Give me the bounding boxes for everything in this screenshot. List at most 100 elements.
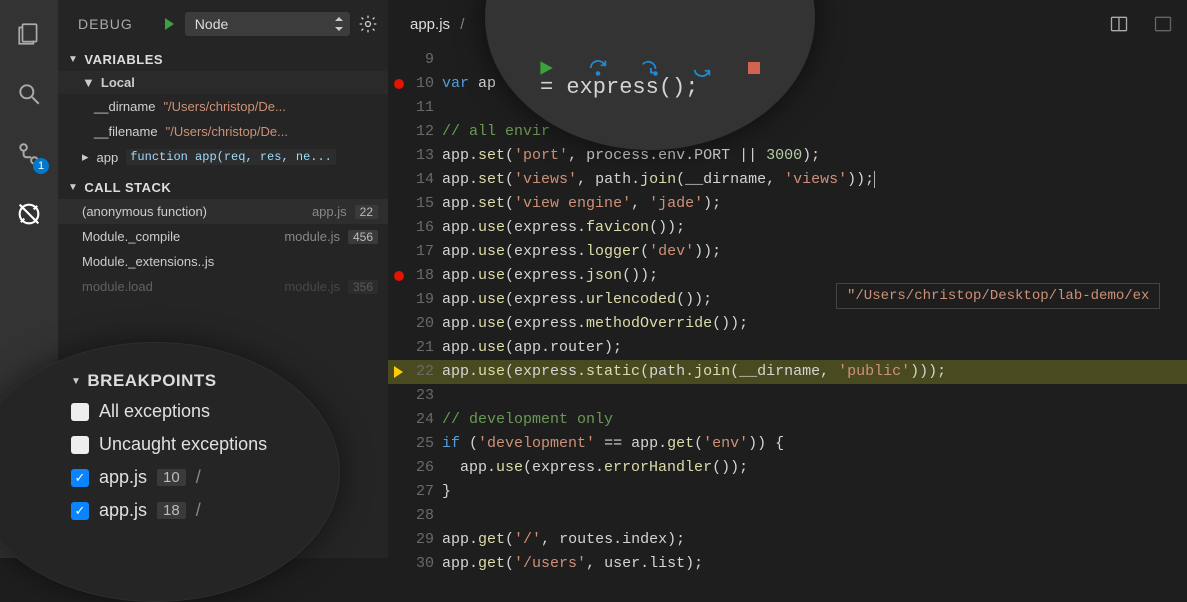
variables-scope-local[interactable]: ▼ Local (58, 71, 388, 94)
split-editor-icon[interactable] (1109, 14, 1129, 34)
line-number: 14 (388, 168, 442, 192)
breakpoint-label: Uncaught exceptions (99, 434, 267, 455)
chevron-down-icon: ▼ (71, 376, 81, 387)
variable-row-app[interactable]: ▸ app function app(req, res, ne... (58, 144, 388, 170)
code-line[interactable]: 14app.set('views', path.join(__dirname, … (388, 168, 1187, 192)
code-line[interactable]: 21app.use(app.router); (388, 336, 1187, 360)
code-line[interactable]: 27} (388, 480, 1187, 504)
line-number: 19 (388, 288, 442, 312)
code-text: app.use(express.favicon()); (442, 216, 685, 240)
gear-icon[interactable] (358, 14, 378, 34)
code-line[interactable]: 11 (388, 96, 1187, 120)
line-number: 27 (388, 480, 442, 504)
line-number: 29 (388, 528, 442, 552)
editor-tab[interactable]: app.js (410, 16, 450, 33)
breakpoint-line: 18 (157, 502, 186, 519)
stack-frame[interactable]: Module._compile module.js 456 (58, 224, 388, 249)
code-text: var ap (442, 72, 496, 96)
stop-icon[interactable] (743, 57, 765, 79)
stack-frame[interactable]: module.load module.js 356 (58, 274, 388, 299)
code-text: app.use(express.urlencoded()); (442, 288, 712, 312)
line-number: 17 (388, 240, 442, 264)
code-line[interactable]: 26 app.use(express.errorHandler()); (388, 456, 1187, 480)
code-text: app.use(express.logger('dev')); (442, 240, 721, 264)
variable-row[interactable]: __filename "/Users/christop/De... (58, 119, 388, 144)
code-line[interactable]: 20app.use(express.methodOverride()); (388, 312, 1187, 336)
code-line[interactable]: 23 (388, 384, 1187, 408)
code-line[interactable]: 24// development only (388, 408, 1187, 432)
chevron-right-icon: ▸ (82, 149, 89, 165)
checkbox-checked-icon[interactable]: ✓ (71, 502, 89, 520)
code-line[interactable]: 28 (388, 504, 1187, 528)
code-area[interactable]: 910var ap1112// all envir13app.set('port… (388, 48, 1187, 576)
checkbox-unchecked-icon[interactable] (71, 403, 89, 421)
checkbox-unchecked-icon[interactable] (71, 436, 89, 454)
variable-row[interactable]: __dirname "/Users/christop/De... (58, 94, 388, 119)
code-line[interactable]: 15app.set('view engine', 'jade'); (388, 192, 1187, 216)
chevron-down-icon: ▼ (82, 75, 95, 90)
variable-value: function app(req, res, ne... (126, 149, 336, 165)
code-line[interactable]: 29app.get('/', routes.index); (388, 528, 1187, 552)
code-line[interactable]: 13app.set('port', process.env.PORT || 30… (388, 144, 1187, 168)
stack-function: module.load (82, 279, 276, 294)
code-text: app.set('view engine', 'jade'); (442, 192, 721, 216)
code-line[interactable]: 16app.use(express.favicon()); (388, 216, 1187, 240)
breakpoint-sep: / (196, 467, 201, 488)
code-text: } (442, 480, 451, 504)
stack-frame[interactable]: Module._extensions..js (58, 249, 388, 274)
line-number: 16 (388, 216, 442, 240)
chevron-down-icon: ▼ (68, 54, 78, 65)
stack-file: app.js (312, 204, 347, 219)
code-text: app.get('/users', user.list); (442, 552, 703, 576)
more-icon[interactable] (1153, 14, 1173, 34)
debug-config-select[interactable]: Node (185, 12, 350, 36)
line-number: 21 (388, 336, 442, 360)
code-text: app.use(express.static(path.join(__dirna… (442, 360, 946, 384)
code-text: app.use(express.methodOverride()); (442, 312, 748, 336)
search-icon[interactable] (13, 78, 45, 110)
debug-config-value: Node (195, 16, 228, 32)
line-number: 9 (388, 48, 442, 72)
breakpoints-section-header[interactable]: ▼ BREAKPOINTS (71, 367, 309, 395)
breakpoint-file: app.js (99, 467, 147, 488)
debug-icon[interactable] (13, 198, 45, 230)
start-debug-icon[interactable] (161, 16, 177, 32)
code-text: app.use(express.errorHandler()); (442, 456, 748, 480)
tab-separator: / (460, 16, 464, 33)
breakpoint-uncaught-exceptions[interactable]: Uncaught exceptions (71, 428, 309, 461)
code-text: app.set('views', path.join(__dirname, 'v… (442, 168, 875, 192)
code-line[interactable]: 30app.get('/users', user.list); (388, 552, 1187, 576)
line-number: 20 (388, 312, 442, 336)
line-number: 30 (388, 552, 442, 576)
files-icon[interactable] (13, 18, 45, 50)
stack-frame[interactable]: (anonymous function) app.js 22 (58, 199, 388, 224)
code-text: app.use(express.json()); (442, 264, 658, 288)
variables-section-header[interactable]: ▼ VARIABLES (58, 48, 388, 71)
stack-line: 22 (355, 205, 378, 219)
code-line[interactable]: 22app.use(express.static(path.join(__dir… (388, 360, 1187, 384)
breakpoint-dot-icon[interactable] (394, 271, 404, 281)
variable-name: app (97, 150, 119, 165)
debug-hover-tooltip: "/Users/christop/Desktop/lab-demo/ex (836, 283, 1160, 309)
current-line-marker-icon[interactable] (394, 366, 403, 378)
source-control-icon[interactable]: 1 (13, 138, 45, 170)
stack-function: (anonymous function) (82, 204, 304, 219)
callstack-section-header[interactable]: ▼ CALL STACK (58, 176, 388, 199)
code-line[interactable]: 25if ('development' == app.get('env')) { (388, 432, 1187, 456)
stack-file: module.js (284, 229, 340, 244)
breakpoint-file: app.js (99, 500, 147, 521)
code-text: // all envir (442, 120, 550, 144)
code-text: // development only (442, 408, 613, 432)
code-line[interactable]: 17app.use(express.logger('dev')); (388, 240, 1187, 264)
chevron-updown-icon (334, 17, 344, 31)
breakpoint-item[interactable]: ✓ app.js 18 / (71, 494, 309, 527)
breakpoint-item[interactable]: ✓ app.js 10 / (71, 461, 309, 494)
code-line[interactable]: 12// all envir (388, 120, 1187, 144)
code-text: app.get('/', routes.index); (442, 528, 685, 552)
checkbox-checked-icon[interactable]: ✓ (71, 469, 89, 487)
line-number: 23 (388, 384, 442, 408)
line-number: 18 (388, 264, 442, 288)
breakpoint-all-exceptions[interactable]: All exceptions (71, 395, 309, 428)
line-number: 28 (388, 504, 442, 528)
breakpoint-dot-icon[interactable] (394, 79, 404, 89)
